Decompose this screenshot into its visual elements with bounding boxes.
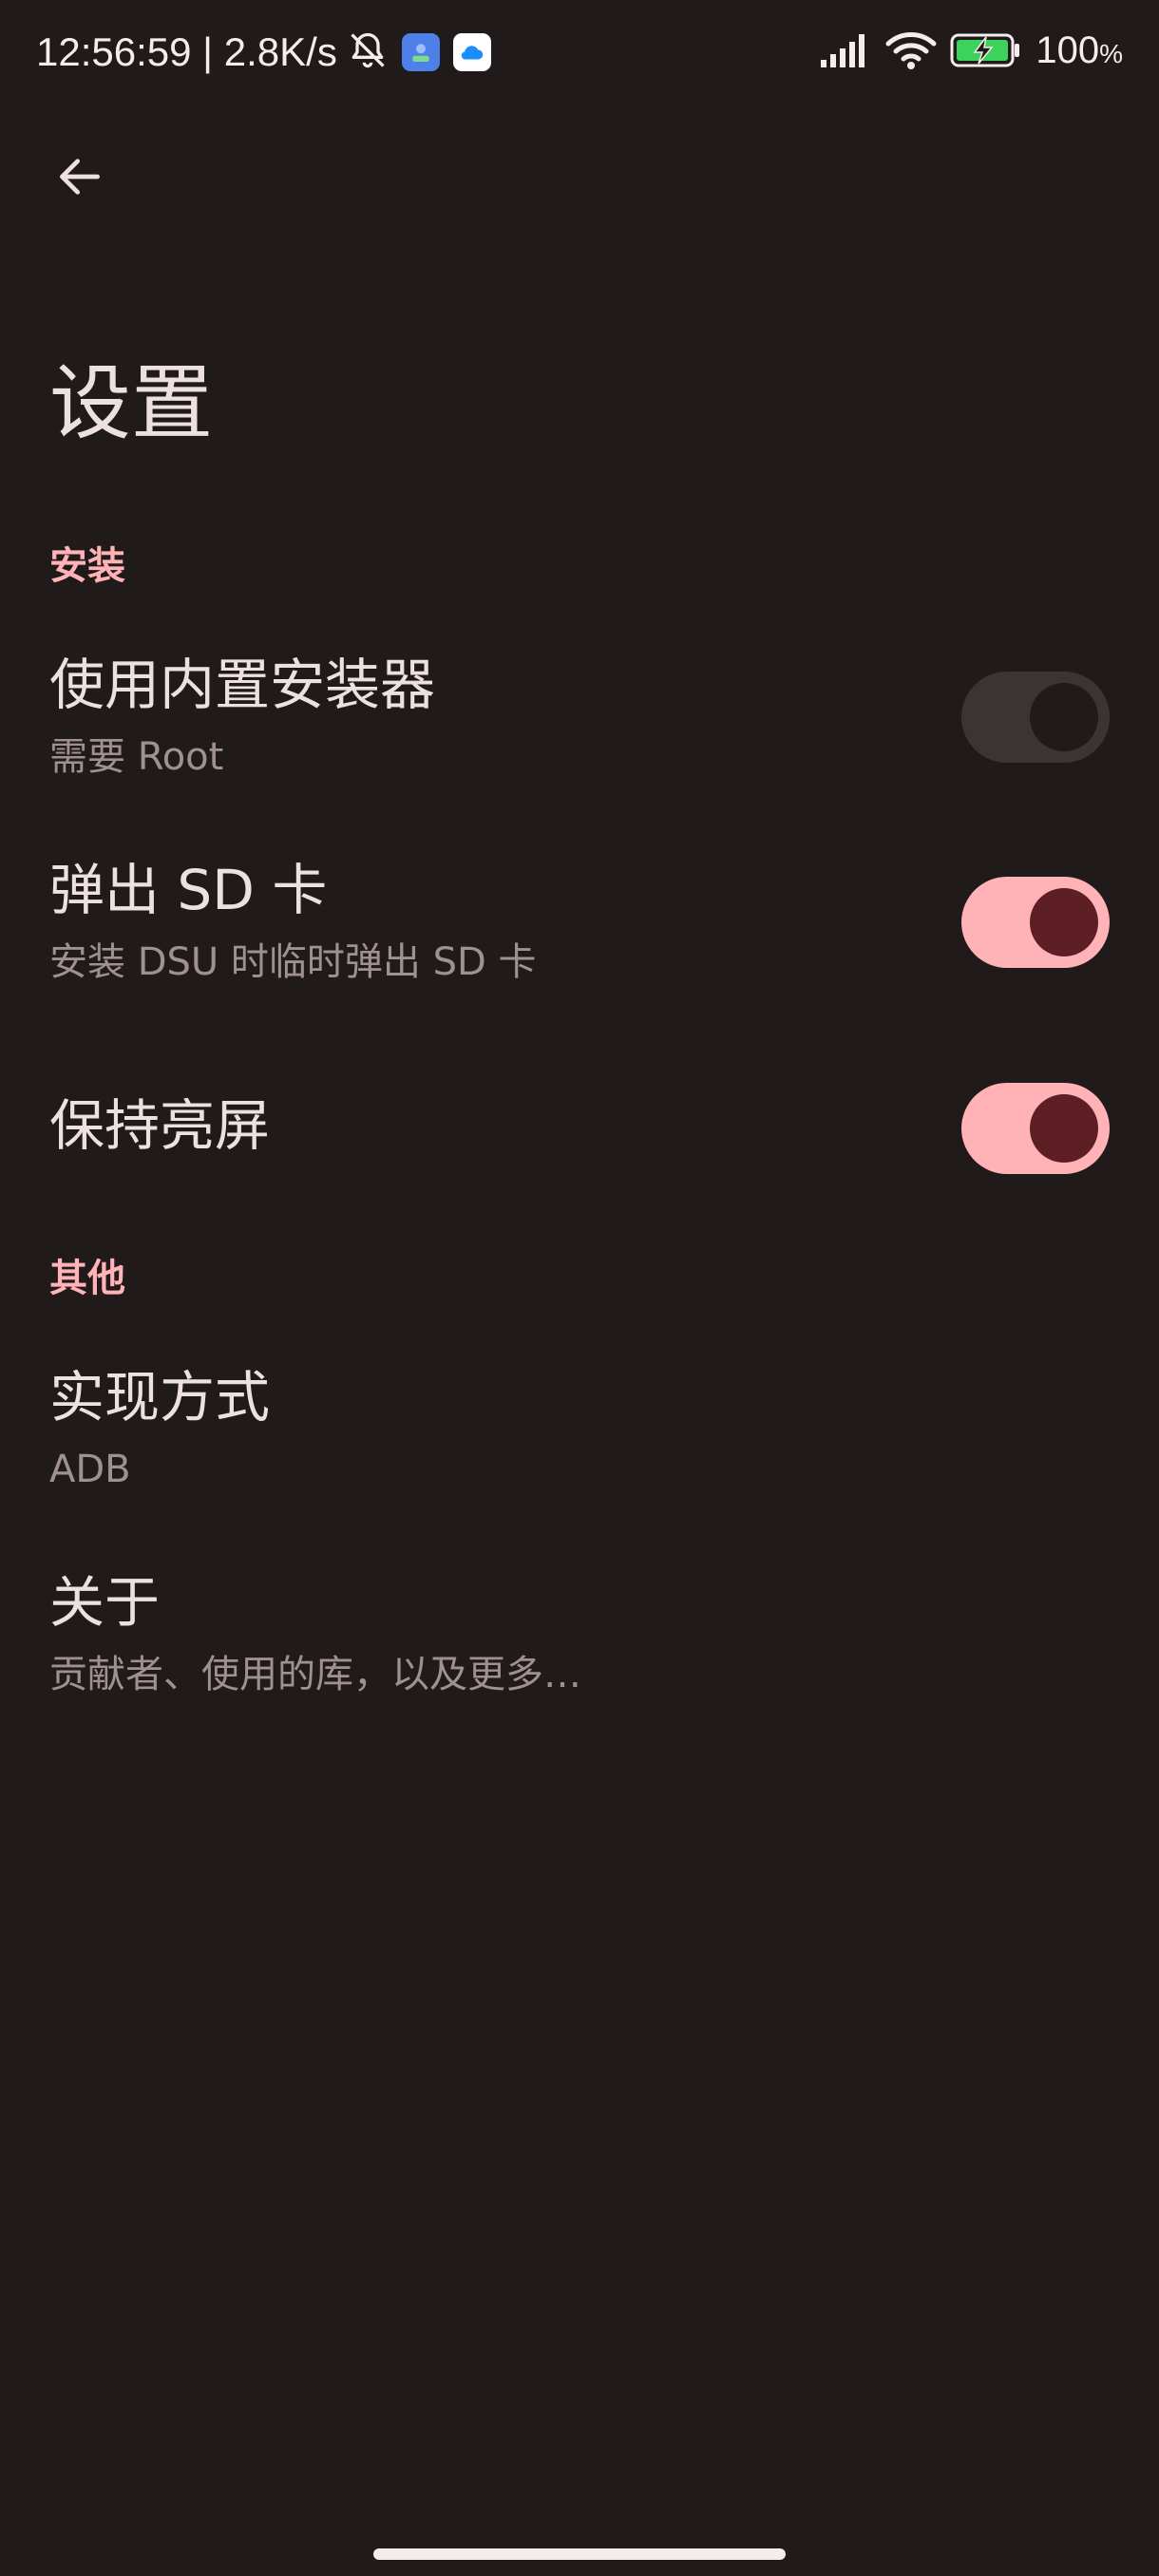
app-notification-icon (401, 33, 440, 71)
switch-thumb (1030, 683, 1098, 751)
pref-keep-screen-on[interactable]: 保持亮屏 (0, 1054, 1159, 1197)
pref-summary: 贡献者、使用的库，以及更多… (49, 1653, 581, 1696)
battery-percentage: 100% (1036, 23, 1123, 82)
battery-charging-icon (950, 31, 1022, 73)
pref-title: 弹出 SD 卡 (49, 858, 328, 922)
pref-title: 实现方式 (49, 1365, 271, 1430)
eject-sd-switch[interactable] (961, 877, 1110, 968)
pref-summary: ADB (49, 1448, 131, 1491)
cloud-app-icon (452, 33, 491, 71)
section-header-other: 其他 (49, 1257, 125, 1300)
status-time: 12:56:59 (36, 29, 192, 74)
pref-summary: 安装 DSU 时临时弹出 SD 卡 (49, 940, 537, 984)
pref-title: 使用内置安装器 (49, 653, 436, 717)
back-button[interactable] (42, 141, 118, 217)
pref-eject-sd[interactable]: 弹出 SD 卡 安装 DSU 时临时弹出 SD 卡 (0, 842, 1159, 1003)
section-header-install: 安装 (49, 544, 125, 588)
wifi-icon (885, 30, 937, 74)
pref-builtin-installer[interactable]: 使用内置安装器 需要 Root (0, 636, 1159, 798)
pref-implementation[interactable]: 实现方式 ADB (0, 1349, 1159, 1510)
status-bar-right: 100% (808, 25, 1123, 80)
battery-value: 100 (1036, 29, 1100, 71)
pref-title: 保持亮屏 (49, 1093, 271, 1158)
status-bar: 12:56:59 | 2.8K/s 100% (0, 0, 1159, 104)
network-speed: 2.8K/s (223, 29, 337, 74)
cell-signal-icon (821, 31, 872, 73)
pref-summary: 需要 Root (49, 735, 224, 779)
pref-title: 关于 (49, 1570, 161, 1635)
gesture-nav-handle[interactable] (373, 2548, 786, 2560)
battery-unit: % (1099, 39, 1123, 68)
switch-thumb (1030, 888, 1098, 957)
switch-thumb (1030, 1094, 1098, 1163)
arrow-back-icon (53, 150, 106, 207)
keep-screen-on-switch[interactable] (961, 1083, 1110, 1174)
builtin-installer-switch[interactable] (961, 672, 1110, 763)
bell-off-icon (347, 29, 389, 75)
status-bar-left: 12:56:59 | 2.8K/s (36, 25, 491, 80)
pref-about[interactable]: 关于 贡献者、使用的库，以及更多… (0, 1554, 1159, 1715)
page-title: 设置 (49, 356, 213, 451)
status-separator: | (191, 29, 224, 74)
